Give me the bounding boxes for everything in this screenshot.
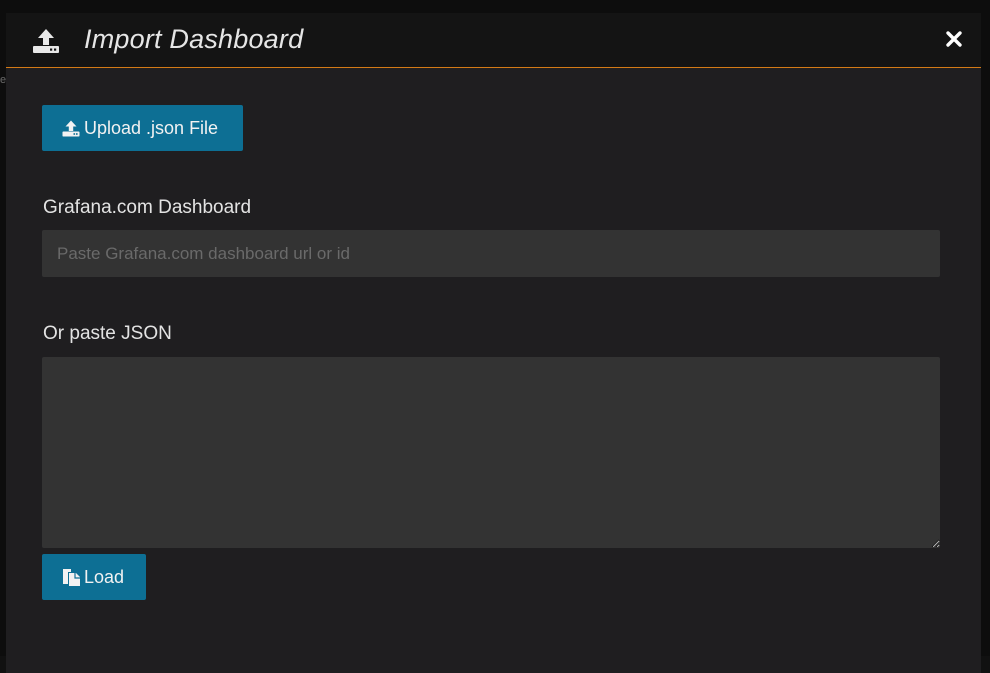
upload-json-button-label: Upload .json File xyxy=(84,117,219,138)
close-icon[interactable] xyxy=(943,28,965,50)
import-dashboard-modal: Import Dashboard Upload .json File Grafa… xyxy=(6,13,981,673)
paste-json-textarea[interactable] xyxy=(42,357,940,548)
load-button-label: Load xyxy=(84,566,125,587)
paste-json-label: Or paste JSON xyxy=(43,323,172,344)
grafana-com-input[interactable] xyxy=(42,230,940,277)
clipboard-icon xyxy=(63,568,80,586)
load-button[interactable]: Load xyxy=(42,554,146,600)
grafana-com-label: Grafana.com Dashboard xyxy=(43,197,252,218)
upload-json-button[interactable]: Upload .json File xyxy=(42,105,243,151)
modal-title: Import Dashboard xyxy=(84,24,304,54)
modal-header: Import Dashboard xyxy=(6,13,981,68)
upload-icon xyxy=(33,29,59,53)
upload-icon xyxy=(62,120,80,136)
